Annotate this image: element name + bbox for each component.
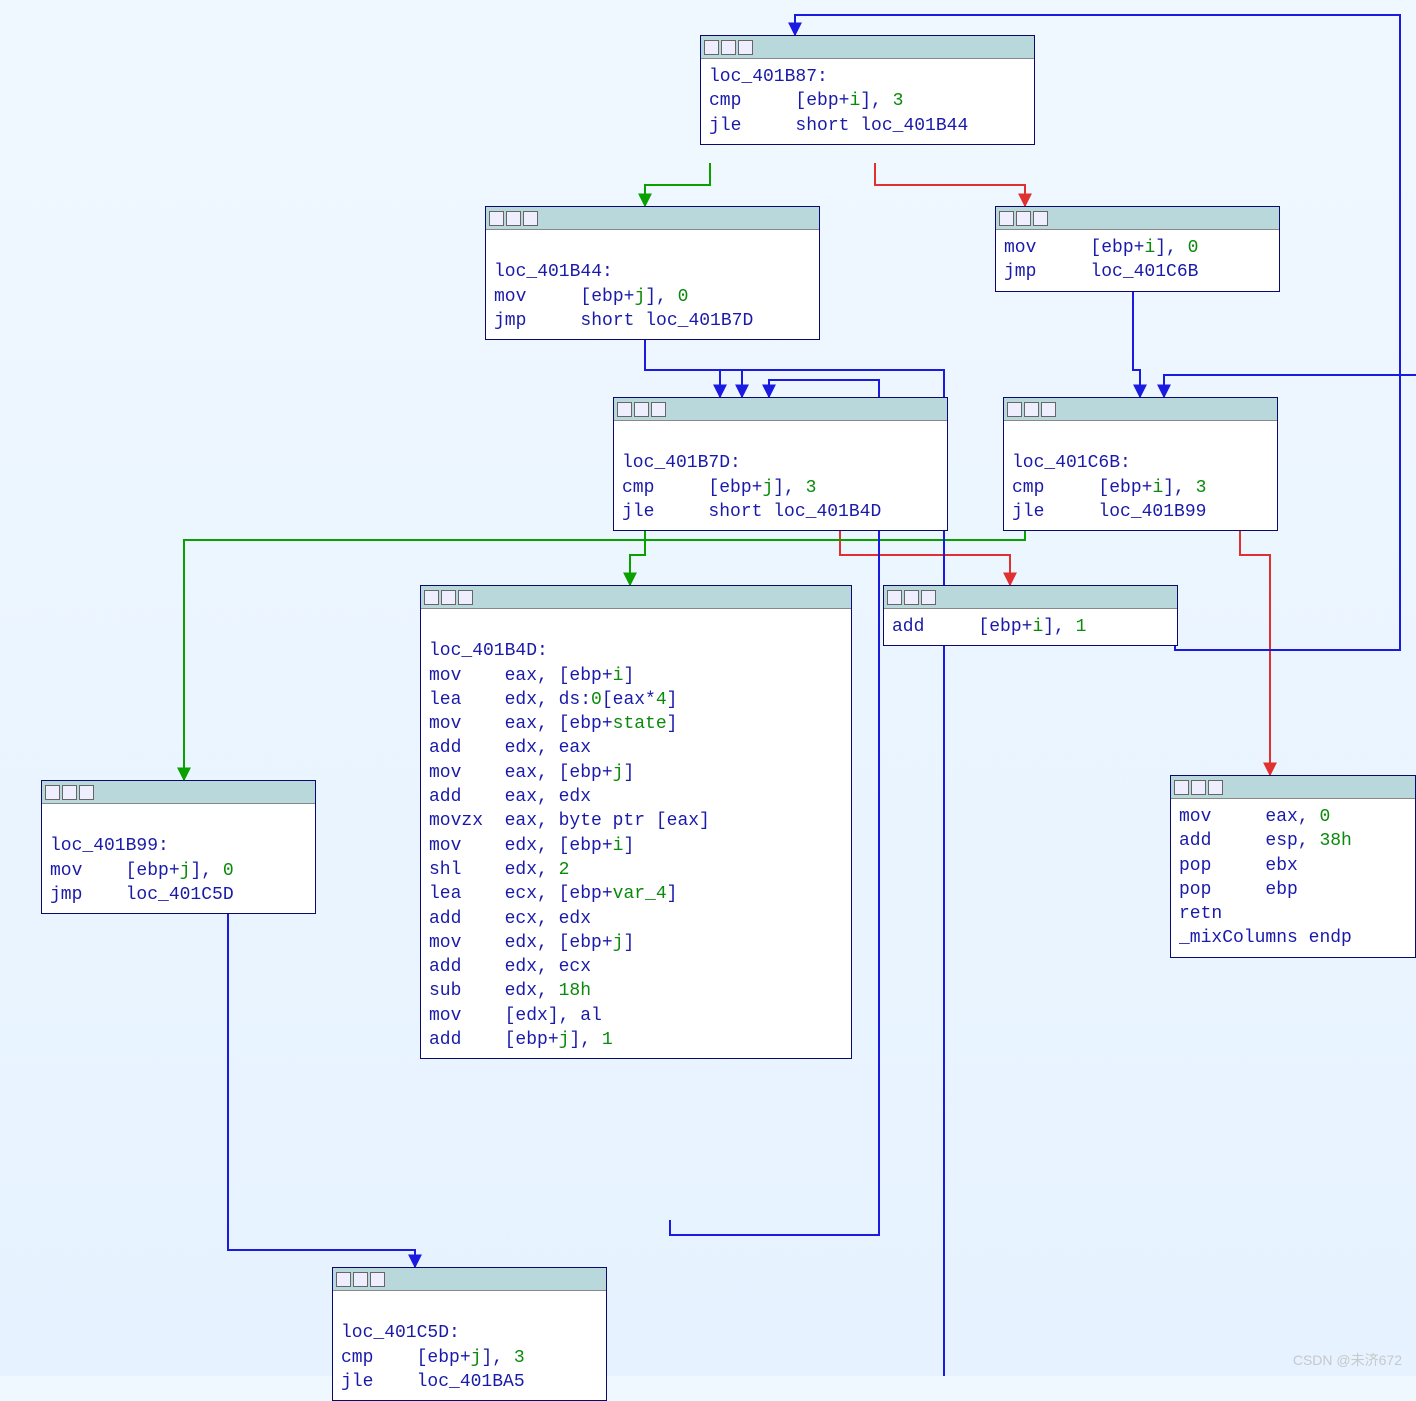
- block-body: loc_401B99: mov [ebp+j], 0 jmp loc_401C5…: [42, 804, 315, 913]
- block-body: loc_401B44: mov [ebp+j], 0 jmp short loc…: [486, 230, 819, 339]
- block-body: mov eax, 0 add esp, 38h pop ebx pop ebp …: [1171, 799, 1415, 957]
- block-body: loc_401B4D: mov eax, [ebp+i] lea edx, ds…: [421, 609, 851, 1058]
- block-body: loc_401B7D: cmp [ebp+j], 3 jle short loc…: [614, 421, 947, 530]
- titlebar: [333, 1268, 606, 1291]
- block-loc-401B87[interactable]: loc_401B87: cmp [ebp+i], 3 jle short loc…: [700, 35, 1035, 145]
- titlebar: [884, 586, 1177, 609]
- titlebar: [42, 781, 315, 804]
- block-return[interactable]: mov eax, 0 add esp, 38h pop ebx pop ebp …: [1170, 775, 1416, 958]
- block-loc-401B4D[interactable]: loc_401B4D: mov eax, [ebp+i] lea edx, ds…: [420, 585, 852, 1059]
- block-loc-401C5D[interactable]: loc_401C5D: cmp [ebp+j], 3 jle loc_401BA…: [332, 1267, 607, 1401]
- block-loc-401B7D[interactable]: loc_401B7D: cmp [ebp+j], 3 jle short loc…: [613, 397, 948, 531]
- block-loc-401B99[interactable]: loc_401B99: mov [ebp+j], 0 jmp loc_401C5…: [41, 780, 316, 914]
- block-body: loc_401B87: cmp [ebp+i], 3 jle short loc…: [701, 59, 1034, 144]
- block-mov-i-0[interactable]: mov [ebp+i], 0 jmp loc_401C6B: [995, 206, 1280, 292]
- titlebar: [1004, 398, 1277, 421]
- titlebar: [996, 207, 1279, 230]
- titlebar: [486, 207, 819, 230]
- titlebar: [421, 586, 851, 609]
- block-loc-401C6B[interactable]: loc_401C6B: cmp [ebp+i], 3 jle loc_401B9…: [1003, 397, 1278, 531]
- watermark: CSDN @未济672: [1293, 1350, 1402, 1370]
- titlebar: [701, 36, 1034, 59]
- titlebar: [614, 398, 947, 421]
- block-loc-401B44[interactable]: loc_401B44: mov [ebp+j], 0 jmp short loc…: [485, 206, 820, 340]
- block-body: add [ebp+i], 1: [884, 609, 1177, 645]
- block-body: loc_401C6B: cmp [ebp+i], 3 jle loc_401B9…: [1004, 421, 1277, 530]
- block-body: loc_401C5D: cmp [ebp+j], 3 jle loc_401BA…: [333, 1291, 606, 1400]
- block-add-i-1[interactable]: add [ebp+i], 1: [883, 585, 1178, 646]
- titlebar: [1171, 776, 1415, 799]
- block-body: mov [ebp+i], 0 jmp loc_401C6B: [996, 230, 1279, 291]
